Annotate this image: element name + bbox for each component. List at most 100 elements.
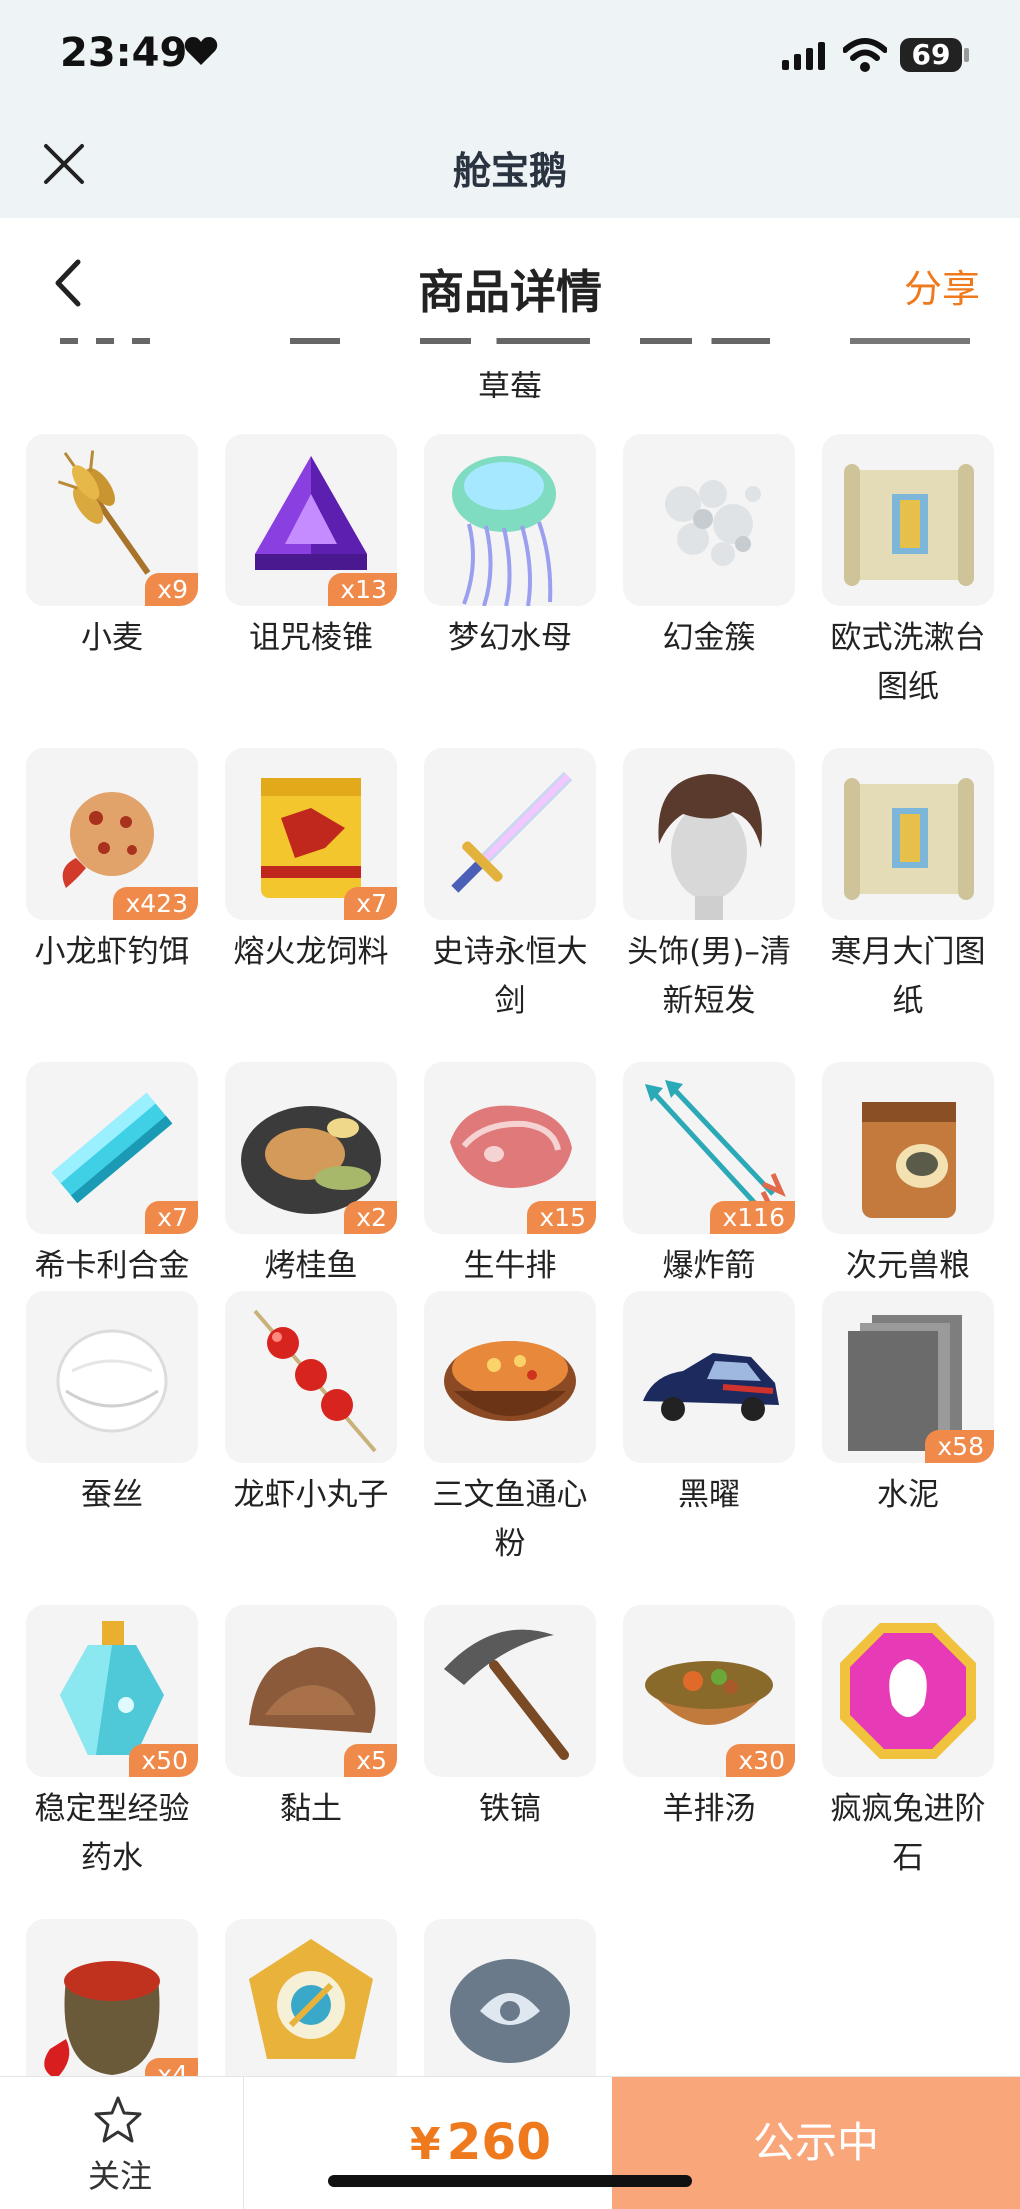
status-bar: 23:49 69 <box>0 0 1020 110</box>
item-card[interactable]: x9 小麦 <box>26 434 198 712</box>
item-card[interactable]: 梦幻水母 <box>424 434 596 712</box>
item-card[interactable]: x5 黏土 <box>225 1605 397 1883</box>
item-name: 小龙虾钓饵 <box>34 934 190 970</box>
item-thumbnail <box>225 1919 397 2080</box>
quantity-badge: x423 <box>113 887 198 920</box>
item-thumbnail: x50 <box>26 1605 198 1777</box>
item-grid-viewport: x9 小麦 x13 诅咒棱锥 梦幻水母 幻金簇 欧式洗漱台图纸 x423 小龙虾钓饵 x7 熔火龙饲… <box>0 420 1020 2080</box>
item-card[interactable]: x15 生牛排 <box>424 1062 596 1291</box>
quantity-badge: x7 <box>344 887 397 920</box>
item-card[interactable]: x7 熔火龙饲料 <box>225 748 397 1026</box>
signal-icon <box>782 42 825 70</box>
item-name: 熔火龙饲料 <box>233 934 389 970</box>
gem-icon <box>840 1623 976 1759</box>
item-card[interactable]: 三文鱼通心粉 <box>424 1291 596 1569</box>
price-value: 260 <box>446 2113 551 2171</box>
item-thumbnail: x5 <box>225 1605 397 1777</box>
summoner-icon <box>249 1939 373 2059</box>
partial-item-name: 草莓 <box>477 368 542 398</box>
item-name: 生牛排 <box>463 1248 557 1284</box>
currency-symbol: ¥ <box>410 2119 441 2170</box>
item-card[interactable]: x30 羊排汤 <box>623 1605 795 1883</box>
item-card[interactable]: 炉石 <box>424 1919 596 2080</box>
item-name: 幻金簇 <box>662 620 756 656</box>
quantity-badge: x9 <box>145 573 198 606</box>
home-indicator <box>328 2175 692 2187</box>
hearthstone-icon <box>450 1959 570 2063</box>
item-thumbnail: x7 <box>225 748 397 920</box>
sword-icon <box>451 771 573 893</box>
item-thumbnail: x4 <box>26 1919 198 2080</box>
price: ¥260 <box>410 2113 551 2171</box>
item-thumbnail: x58 <box>822 1291 994 1463</box>
item-card[interactable]: 龙虾小丸子 <box>225 1291 397 1569</box>
cut-label <box>850 338 970 344</box>
item-card[interactable]: 欧式洗漱台图纸 <box>822 434 994 712</box>
item-thumbnail <box>424 1919 596 2080</box>
item-name: 希卡利合金 <box>34 1248 190 1284</box>
item-thumbnail <box>26 1291 198 1463</box>
item-name: 蚕丝 <box>81 1477 143 1513</box>
item-name: 水泥 <box>877 1477 939 1513</box>
item-name: 龙虾小丸子 <box>233 1477 389 1513</box>
item-card[interactable]: 次元兽粮 <box>822 1062 994 1291</box>
item-name: 欧式洗漱台图纸 <box>830 620 986 705</box>
item-name: 黏土 <box>280 1791 342 1827</box>
item-name: 爆炸箭 <box>662 1248 756 1284</box>
pickaxe-icon <box>444 1629 569 1760</box>
item-name: 疯疯兔进阶石 <box>830 1791 986 1876</box>
item-card[interactable]: 疯疯兔进阶石 <box>822 1605 994 1883</box>
share-button[interactable]: 分享 <box>904 258 980 313</box>
star-icon <box>94 2096 142 2143</box>
cut-label <box>640 338 770 344</box>
nav-bar: 商品详情 分享 <box>0 218 1020 344</box>
item-name: 诅咒棱锥 <box>249 620 373 656</box>
item-card[interactable]: x116 爆炸箭 <box>623 1062 795 1291</box>
item-card[interactable]: 蚕丝 <box>26 1291 198 1569</box>
cut-label <box>420 338 590 344</box>
battery-nub <box>964 48 969 62</box>
item-card[interactable]: 魔像召唤器 <box>225 1919 397 2080</box>
status-time: 23:49 <box>60 30 188 76</box>
item-card[interactable]: x58 水泥 <box>822 1291 994 1569</box>
item-card[interactable]: 幻金簇 <box>623 434 795 712</box>
quantity-badge: x50 <box>129 1744 198 1777</box>
item-card[interactable]: 铁镐 <box>424 1605 596 1883</box>
divider <box>243 2077 244 2209</box>
hair-icon <box>658 774 762 920</box>
item-thumbnail: x9 <box>26 434 198 606</box>
item-card[interactable]: x7 希卡利合金 <box>26 1062 198 1291</box>
item-card[interactable]: x4辣椒种子 <box>26 1919 198 2080</box>
item-card[interactable]: 寒月大门图纸 <box>822 748 994 1026</box>
item-thumbnail: x15 <box>424 1062 596 1234</box>
item-thumbnail: x30 <box>623 1605 795 1777</box>
battery-indicator: 69 <box>900 38 962 72</box>
item-card[interactable]: 头饰(男)–清新短发 <box>623 748 795 1026</box>
item-name: 羊排汤 <box>662 1791 756 1827</box>
silk-icon <box>56 1329 168 1433</box>
item-card[interactable]: x50 稳定型经验药水 <box>26 1605 198 1883</box>
item-card[interactable]: x13 诅咒棱锥 <box>225 434 397 712</box>
item-name: 三文鱼通心粉 <box>432 1477 588 1562</box>
heart-icon <box>184 37 218 65</box>
follow-button[interactable]: 关注 <box>60 2077 180 2209</box>
car-icon <box>643 1353 779 1421</box>
jellyfish-icon <box>452 456 556 606</box>
item-thumbnail: x7 <box>26 1062 198 1234</box>
item-card[interactable]: x423 小龙虾钓饵 <box>26 748 198 1026</box>
quantity-badge: x13 <box>328 573 397 606</box>
item-name: 黑曜 <box>678 1477 740 1513</box>
item-card[interactable]: 黑曜 <box>623 1291 795 1569</box>
item-thumbnail <box>424 1605 596 1777</box>
item-thumbnail <box>424 434 596 606</box>
item-name: 梦幻水母 <box>448 620 572 656</box>
blueprint-icon <box>844 464 974 586</box>
item-name: 史诗永恒大剑 <box>432 934 588 1019</box>
bottom-bar: 关注 ¥260 公示中 <box>0 2076 1020 2209</box>
item-card[interactable]: x2 烤桂鱼 <box>225 1062 397 1291</box>
item-name: 头饰(男)–清新短发 <box>627 934 791 1019</box>
quantity-badge: x15 <box>527 1201 596 1234</box>
item-card[interactable]: 史诗永恒大剑 <box>424 748 596 1026</box>
item-thumbnail: x423 <box>26 748 198 920</box>
status-button[interactable]: 公示中 <box>612 2077 1020 2209</box>
